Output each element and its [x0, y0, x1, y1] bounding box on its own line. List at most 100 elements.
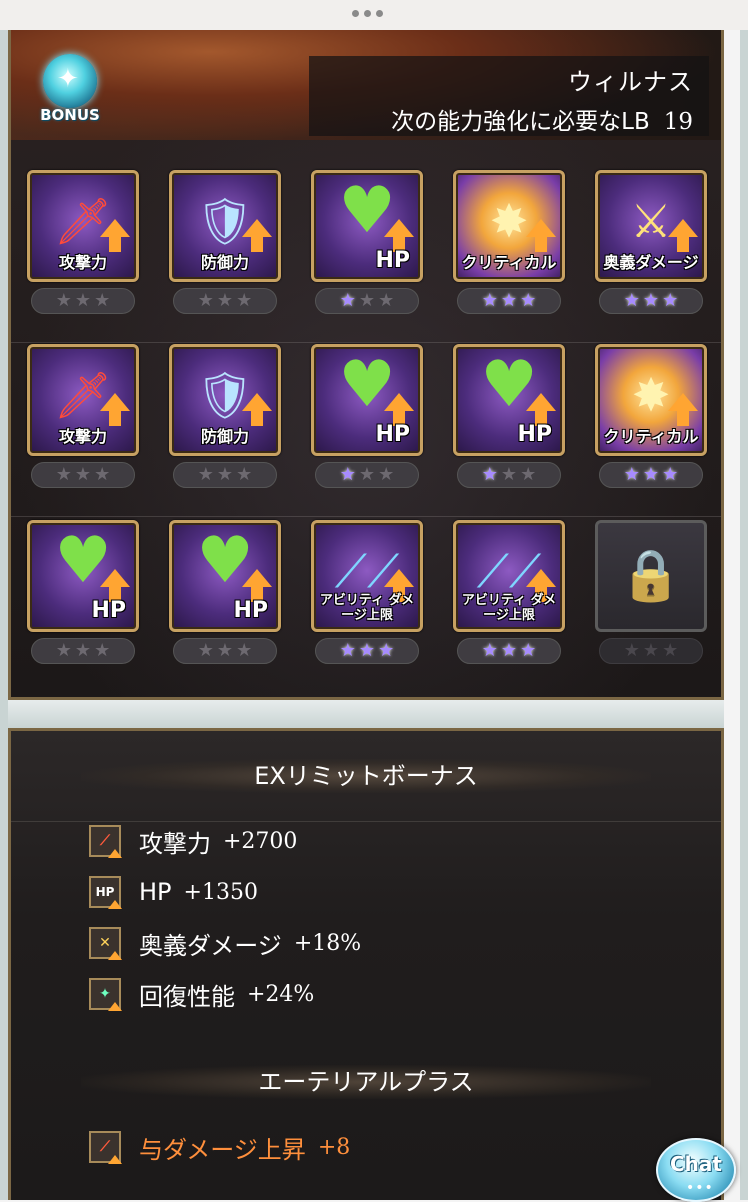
chat-button[interactable]: Chat •••: [656, 1138, 736, 1202]
star-icon: ★: [216, 290, 234, 311]
next-lb-value: 19: [663, 109, 693, 135]
lb-slot-label: HP: [233, 598, 268, 623]
star-icon: ★: [74, 290, 92, 311]
star-icon: ★: [500, 464, 518, 485]
lb-slot[interactable]: ♥ HP ★ ★ ★: [453, 344, 569, 494]
lb-slot[interactable]: ✸ クリティカル ★ ★ ★: [453, 170, 569, 320]
lb-slot-icon-frame[interactable]: 🗡 攻撃力: [27, 170, 139, 282]
lb-slot[interactable]: ✸ クリティカル ★ ★ ★: [595, 344, 711, 494]
lb-slot[interactable]: 🔒 ★ ★ ★: [595, 520, 711, 670]
lb-slot-icon-frame[interactable]: ✸ クリティカル: [453, 170, 565, 282]
star-icon: ★: [378, 640, 395, 661]
row-divider: [11, 342, 721, 343]
star-icon: ★: [197, 290, 214, 311]
lb-slot[interactable]: ♥ HP ★ ★ ★: [27, 520, 143, 670]
stat-name: 回復性能: [139, 982, 235, 1011]
lb-slot-label: アビリティ ダメージ上限: [319, 593, 415, 623]
lb-slot-label: 攻撃力: [58, 253, 107, 272]
stat-value: +2700: [223, 828, 298, 854]
lb-slot-label: 攻撃力: [58, 427, 107, 446]
lb-slot[interactable]: 🗡 攻撃力 ★ ★ ★: [27, 344, 143, 494]
star-rating: ★ ★ ★: [31, 638, 135, 664]
stat-row: ⟋ 与ダメージ上昇 +8: [89, 1130, 350, 1164]
lb-slot-icon-frame[interactable]: ✸ クリティカル: [595, 344, 707, 456]
star-icon: ★: [339, 290, 356, 311]
lb-slot[interactable]: ⟋⟋ アビリティ ダメージ上限 ★ ★ ★: [311, 520, 427, 670]
upgrade-arrow-icon: [668, 393, 698, 426]
lb-slot-icon-frame[interactable]: ♥ HP: [27, 520, 139, 632]
star-icon: ★: [236, 640, 253, 661]
lb-slot[interactable]: ⟋⟋ アビリティ ダメージ上限 ★ ★ ★: [453, 520, 569, 670]
lb-slot-icon-frame[interactable]: ⟋⟋ アビリティ ダメージ上限: [311, 520, 423, 632]
more-dots-icon[interactable]: [352, 10, 383, 17]
chat-label: Chat: [670, 1152, 722, 1176]
stat-name: HP: [139, 878, 172, 906]
damage-up-icon: ⟋: [89, 1131, 122, 1164]
lb-slot-icon-frame[interactable]: ♥ HP: [169, 520, 281, 632]
hp-up-icon: HP: [89, 876, 122, 909]
lb-slot-icon-frame[interactable]: ♥ HP: [311, 170, 423, 282]
lb-slot-label: HP: [375, 422, 410, 447]
star-icon: ★: [339, 464, 356, 485]
star-icon: ★: [642, 640, 660, 661]
next-lb-label: 次の能力強化に必要なLB: [391, 109, 650, 135]
star-rating: ★ ★ ★: [315, 638, 419, 664]
lb-slot[interactable]: 🛡 防御力 ★ ★ ★: [169, 344, 285, 494]
star-icon: ★: [55, 290, 72, 311]
star-icon: ★: [481, 464, 498, 485]
lb-slot-icon-frame[interactable]: 🗡 攻撃力: [27, 344, 139, 456]
stat-name: 奥義ダメージ: [139, 931, 282, 960]
stat-value: +24%: [247, 981, 315, 1007]
star-icon: ★: [623, 640, 640, 661]
stat-row: ✕ 奥義ダメージ +18%: [89, 926, 361, 960]
lb-slot-icon-frame[interactable]: ♥ HP: [453, 344, 565, 456]
lb-slot[interactable]: 🗡 攻撃力 ★ ★ ★: [27, 170, 143, 320]
upgrade-arrow-icon: [100, 219, 130, 252]
star-icon: ★: [378, 464, 395, 485]
upgrade-arrow-icon: [384, 219, 414, 252]
upgrade-arrow-icon: [242, 393, 272, 426]
star-rating: ★ ★ ★: [315, 288, 419, 314]
star-icon: ★: [74, 640, 92, 661]
panel-gap: [8, 700, 724, 728]
star-icon: ★: [94, 464, 111, 485]
lb-slot-icon-frame[interactable]: ⚔ 奥義ダメージ: [595, 170, 707, 282]
lb-slot-icon-frame[interactable]: 🛡 防御力: [169, 170, 281, 282]
star-icon: ★: [642, 290, 660, 311]
lb-slot-icon-frame[interactable]: ⟋⟋ アビリティ ダメージ上限: [453, 520, 565, 632]
star-icon: ★: [94, 640, 111, 661]
lb-slot[interactable]: ♥ HP ★ ★ ★: [311, 170, 427, 320]
star-rating: ★ ★ ★: [599, 638, 703, 664]
upgrade-arrow-icon: [242, 219, 272, 252]
upgrade-arrow-icon: [526, 569, 556, 602]
lb-slot[interactable]: ♥ HP ★ ★ ★: [169, 520, 285, 670]
stat-name: 攻撃力: [139, 829, 211, 858]
bonus-button[interactable]: BONUS: [33, 54, 107, 132]
star-icon: ★: [500, 640, 518, 661]
star-rating: ★ ★ ★: [173, 288, 277, 314]
star-icon: ★: [197, 640, 214, 661]
frame-left: [0, 30, 8, 1200]
lb-slot-label: 奥義ダメージ: [603, 253, 699, 272]
lb-slot-icon-frame[interactable]: 🔒: [595, 520, 707, 632]
section-divider: [11, 821, 721, 822]
lb-slot[interactable]: 🛡 防御力 ★ ★ ★: [169, 170, 285, 320]
star-rating: ★ ★ ★: [31, 462, 135, 488]
lb-slot-icon-frame[interactable]: 🛡 防御力: [169, 344, 281, 456]
star-icon: ★: [378, 290, 395, 311]
star-icon: ★: [94, 290, 111, 311]
lb-slot-icon-frame[interactable]: ♥ HP: [311, 344, 423, 456]
star-rating: ★ ★ ★: [599, 462, 703, 488]
lb-slot-label: クリティカル: [603, 427, 699, 446]
star-icon: ★: [339, 640, 356, 661]
upgrade-arrow-icon: [668, 219, 698, 252]
star-rating: ★ ★ ★: [31, 288, 135, 314]
star-icon: ★: [623, 290, 640, 311]
frame-right: [740, 30, 748, 1200]
lb-slot[interactable]: ♥ HP ★ ★ ★: [311, 344, 427, 494]
star-icon: ★: [520, 464, 537, 485]
star-icon: ★: [74, 464, 92, 485]
star-icon: ★: [216, 640, 234, 661]
heal-up-icon: ✦: [89, 978, 122, 1011]
lb-slot[interactable]: ⚔ 奥義ダメージ ★ ★ ★: [595, 170, 711, 320]
